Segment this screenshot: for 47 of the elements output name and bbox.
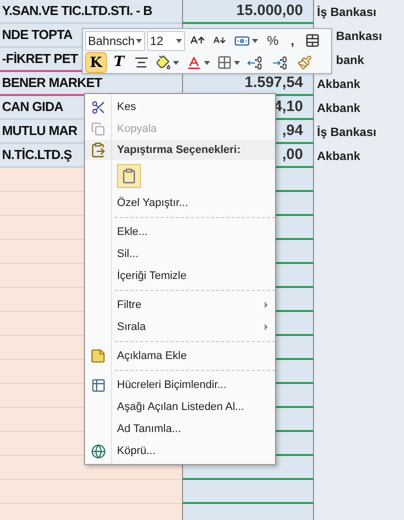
table-icon bbox=[90, 378, 106, 392]
menu-item[interactable]: Aşağı Açılan Listeden Al... bbox=[85, 396, 275, 418]
menu-item[interactable]: Ekle... bbox=[85, 221, 275, 243]
borders-icon bbox=[217, 55, 232, 70]
globe-icon bbox=[90, 444, 106, 458]
comma-style-button[interactable]: , bbox=[284, 30, 300, 52]
caret-icon bbox=[234, 60, 240, 64]
font-color-icon bbox=[186, 54, 202, 70]
paste-icon bbox=[121, 168, 137, 184]
merge-cells-icon bbox=[305, 33, 320, 48]
note-icon bbox=[90, 348, 106, 364]
scissors-icon bbox=[90, 100, 106, 114]
font-size-field[interactable]: 12 bbox=[147, 30, 185, 50]
menu-item[interactable]: Filtre bbox=[85, 294, 275, 316]
menu-item[interactable]: Ad Tanımla... bbox=[85, 418, 275, 440]
table-cell: Y.SAN.VE TIC.LTD.STI. - B bbox=[0, 0, 182, 24]
bold-button[interactable]: K bbox=[85, 52, 107, 73]
copy-icon bbox=[91, 122, 105, 136]
clipboard-icon bbox=[90, 142, 106, 158]
menu-section-header: Yapıştırma Seçenekleri: bbox=[85, 140, 275, 160]
menu-item[interactable]: Özel Yapıştır... bbox=[85, 192, 275, 214]
paintbrush-icon bbox=[297, 55, 312, 70]
table-cell: 15.000,00 bbox=[182, 0, 314, 24]
font-name-field[interactable]: Bahnsch bbox=[85, 30, 145, 50]
align-center-icon bbox=[134, 55, 149, 70]
menu-item[interactable]: Açıklama Ekle bbox=[85, 345, 275, 367]
table-cell-text: Akbank bbox=[316, 100, 362, 117]
caret-icon bbox=[136, 38, 142, 42]
menu-item[interactable]: Sırala bbox=[85, 316, 275, 338]
table-cell-text: İş Bankası bbox=[316, 124, 378, 141]
caret-icon bbox=[204, 60, 210, 64]
menu-item[interactable]: Hücreleri Biçimlendir... bbox=[85, 374, 275, 396]
table-cell-text: Bankası bbox=[335, 28, 384, 45]
percent-button[interactable]: % bbox=[263, 30, 283, 52]
caret-icon bbox=[252, 38, 258, 42]
caret-icon bbox=[173, 60, 179, 64]
table-cell-text: bank bbox=[335, 52, 366, 69]
caret-icon bbox=[176, 38, 182, 42]
italic-button[interactable]: T bbox=[108, 52, 130, 73]
table-cell-text: İş Bankası bbox=[316, 4, 378, 21]
menu-item[interactable]: Köprü... bbox=[85, 440, 275, 462]
menu-item[interactable]: İçeriği Temizle bbox=[85, 265, 275, 287]
paste-option-button[interactable] bbox=[117, 164, 141, 188]
table-cell-text: Akbank bbox=[316, 148, 362, 165]
menu-item[interactable]: Sil... bbox=[85, 243, 275, 265]
fill-color-icon bbox=[156, 55, 171, 70]
table-cell-text: Akbank bbox=[316, 76, 362, 93]
